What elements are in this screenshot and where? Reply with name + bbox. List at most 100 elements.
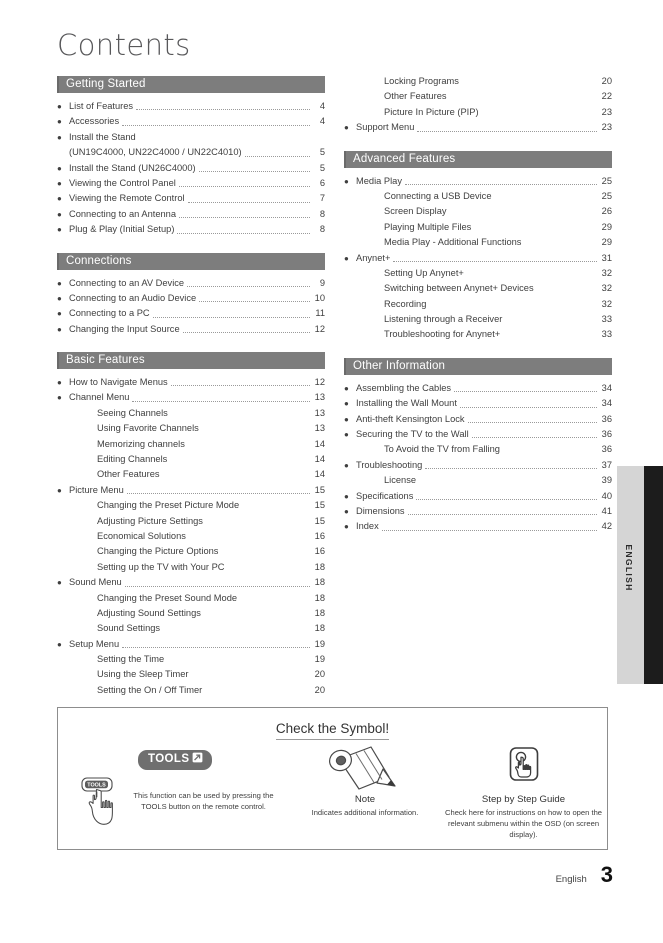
toc-entry[interactable]: ● Connecting to a PC 11 <box>57 306 325 321</box>
toc-entry[interactable]: ● Install the Stand <box>57 130 325 145</box>
tools-badge-label: TOOLS <box>148 752 190 765</box>
toc-entry[interactable]: ●Changing the Picture Options16 <box>57 544 325 559</box>
toc-entry[interactable]: ●Setting Up Anynet+32 <box>344 266 612 281</box>
toc-entry[interactable]: ●Other Features14 <box>57 467 325 482</box>
toc-entry[interactable]: ● Plug & Play (Initial Setup) 8 <box>57 222 325 237</box>
toc-entry[interactable]: ●Troubleshooting for Anynet+33 <box>344 327 612 342</box>
bullet-icon: ● <box>344 383 349 393</box>
toc-entry[interactable]: ● Securing the TV to the Wall 36 <box>344 427 612 442</box>
toc-entry[interactable]: ●Sound Settings18 <box>57 621 325 636</box>
toc-entry-label: Connecting to an Audio Device <box>69 292 197 303</box>
toc-entry[interactable]: ●Switching between Anynet+ Devices32 <box>344 281 612 296</box>
toc-entry-label: Adjusting Sound Settings <box>97 607 201 618</box>
toc-section: Basic Features ● How to Navigate Menus 12 ● C… <box>57 352 325 698</box>
toc-entry[interactable]: ●Using the Sleep Timer20 <box>57 668 325 683</box>
toc-entry[interactable]: ●Screen Display26 <box>344 204 612 219</box>
toc-entry[interactable]: ●Changing the Preset Picture Mode15 <box>57 498 325 513</box>
toc-entry-label: Using Favorite Channels <box>97 423 199 434</box>
toc-entry[interactable]: ●Recording32 <box>344 297 612 312</box>
toc-entry[interactable]: ●Memorizing channels14 <box>57 437 325 452</box>
side-tab-black-band <box>644 466 663 684</box>
toc-entry-label: Seeing Channels <box>97 407 168 418</box>
toc-entry-label: Changing the Input Source <box>69 323 180 334</box>
check-the-symbol-box: Check the Symbol! TOOLS TOOLS This funct… <box>57 707 608 850</box>
note-description: Indicates additional information. <box>311 808 419 817</box>
toc-entry[interactable]: ●Editing Channels14 <box>57 452 325 467</box>
toc-entry[interactable]: ●Using Favorite Channels13 <box>57 421 325 436</box>
toc-entry[interactable]: ● Install the Stand (UN26C4000) 5 <box>57 161 325 176</box>
toc-entry-label: Changing the Preset Picture Mode <box>97 500 240 511</box>
dot-leader <box>188 447 310 448</box>
dot-leader <box>524 246 597 247</box>
toc-entry[interactable]: ● Assembling the Cables 34 <box>344 381 612 396</box>
toc-entry[interactable]: ● Changing the Input Source 12 <box>57 322 325 337</box>
toc-entry[interactable]: ● Anynet+ 31 <box>344 251 612 266</box>
toc-entry-page: 33 <box>601 329 612 340</box>
toc-entry[interactable]: ●Seeing Channels13 <box>57 406 325 421</box>
toc-entry[interactable]: ●Playing Multiple Files29 <box>344 220 612 235</box>
toc-entry-page: 22 <box>601 91 612 102</box>
dot-leader <box>221 555 310 556</box>
toc-entry[interactable]: ●Listening through a Receiver33 <box>344 312 612 327</box>
dot-leader <box>393 260 597 262</box>
toc-entry[interactable]: ●(UN19C4000, UN22C4000 / UN22C4010)5 <box>57 145 325 160</box>
toc-entry[interactable]: ●Setting up the TV with Your PC18 <box>57 560 325 575</box>
step-guide-description: Check here for instructions on how to op… <box>444 808 603 839</box>
toc-entry-page: 12 <box>314 377 325 388</box>
toc-entry[interactable]: ● Sound Menu 18 <box>57 575 325 590</box>
toc-entry[interactable]: ● Viewing the Remote Control 7 <box>57 191 325 206</box>
toc-entry[interactable]: ● Media Play 25 <box>344 174 612 189</box>
toc-entry-page: 41 <box>601 505 612 516</box>
dot-leader <box>462 84 597 85</box>
dot-leader <box>419 484 597 485</box>
toc-entry-label: Playing Multiple Files <box>384 221 472 232</box>
toc-entry[interactable]: ● Specifications 40 <box>344 489 612 504</box>
toc-entry[interactable]: ● List of Features 4 <box>57 99 325 114</box>
toc-entry[interactable]: ●Media Play - Additional Functions29 <box>344 235 612 250</box>
toc-entry[interactable]: ●Picture In Picture (PIP)23 <box>344 105 612 120</box>
toc-entry[interactable]: ● Accessories 4 <box>57 114 325 129</box>
toc-entry[interactable]: ●License39 <box>344 473 612 488</box>
toc-entry[interactable]: ● Picture Menu 15 <box>57 483 325 498</box>
toc-entry[interactable]: ●Setting the Time19 <box>57 652 325 667</box>
toc-entry[interactable]: ●Locking Programs20 <box>344 74 612 89</box>
toc-left-column: Getting Started ● List of Features 4 ● Access… <box>57 76 325 698</box>
toc-section: Advanced Features ● Media Play 25 ● Connectin… <box>344 150 612 343</box>
dot-leader <box>505 322 597 323</box>
toc-entry[interactable]: ● Installing the Wall Mount 34 <box>344 396 612 411</box>
dot-leader <box>202 432 310 433</box>
toc-entry[interactable]: ●Connecting a USB Device25 <box>344 189 612 204</box>
toc-entry-page: 37 <box>601 459 612 470</box>
toc-entry[interactable]: ● Anti-theft Kensington Lock 36 <box>344 412 612 427</box>
toc-entry-label: Changing the Preset Sound Mode <box>97 592 238 603</box>
toc-entry[interactable]: ● Connecting to an Audio Device 10 <box>57 291 325 306</box>
dot-leader <box>471 436 597 439</box>
toc-entry-page: 8 <box>319 224 325 235</box>
toc-entry[interactable]: ●Economical Solutions16 <box>57 529 325 544</box>
toc-entry[interactable]: ● Troubleshooting 37 <box>344 458 612 473</box>
toc-entry[interactable]: ●Setting the On / Off Timer20 <box>57 683 325 698</box>
press-button-hand-icon <box>504 743 544 794</box>
toc-entry[interactable]: ● Setup Menu 19 <box>57 637 325 652</box>
toc-entry[interactable]: ● Index 42 <box>344 519 612 534</box>
dot-leader <box>126 492 310 495</box>
bullet-icon: ● <box>344 491 349 501</box>
symbol-box-title: Check the Symbol! <box>58 721 607 740</box>
toc-entry[interactable]: ● How to Navigate Menus 12 <box>57 375 325 390</box>
toc-entry[interactable]: ●Changing the Preset Sound Mode18 <box>57 591 325 606</box>
toc-entry[interactable]: ● Connecting to an AV Device 9 <box>57 276 325 291</box>
tools-badge: TOOLS <box>138 750 213 770</box>
toc-entry[interactable]: ●Adjusting Sound Settings18 <box>57 606 325 621</box>
toc-entry[interactable]: ● Channel Menu 13 <box>57 390 325 405</box>
bullet-icon: ● <box>57 225 62 235</box>
toc-entry-label: Connecting to an AV Device <box>69 277 185 288</box>
toc-entry[interactable]: ●Other Features22 <box>344 89 612 104</box>
toc-entry[interactable]: ● Dimensions 41 <box>344 504 612 519</box>
toc-entry[interactable]: ● Connecting to an Antenna 8 <box>57 207 325 222</box>
dot-leader <box>191 678 310 679</box>
toc-entry[interactable]: ●To Avoid the TV from Falling36 <box>344 442 612 457</box>
toc-entry[interactable]: ● Viewing the Control Panel 6 <box>57 176 325 191</box>
toc-entry[interactable]: ●Adjusting Picture Settings15 <box>57 514 325 529</box>
toc-entry[interactable]: ● Support Menu 23 <box>344 120 612 135</box>
dot-leader <box>416 498 597 500</box>
